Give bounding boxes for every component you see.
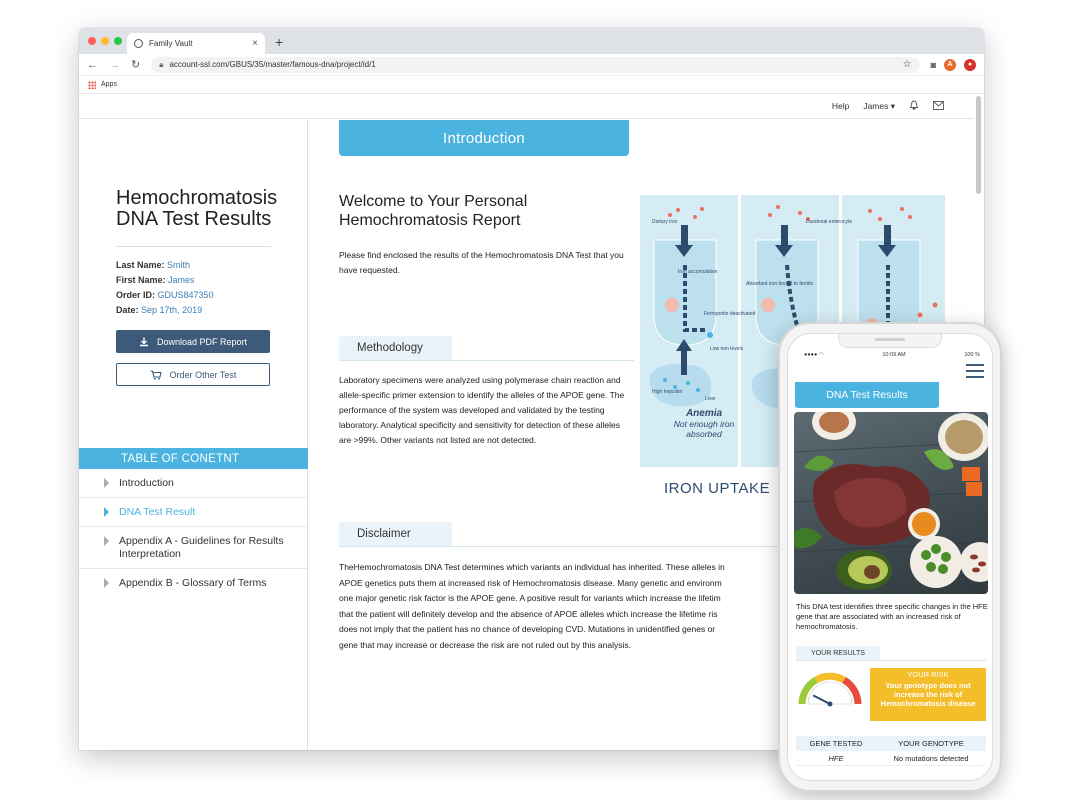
sidebar: Hemochromatosis DNA Test Results Last Na… [79, 120, 308, 750]
your-results-heading: YOUR RESULTS [796, 646, 880, 660]
bookmark-apps[interactable]: Apps [101, 81, 117, 88]
clock: 10:09 AM [882, 352, 906, 358]
tab-title: Family Vault [149, 39, 193, 48]
iron-caption: Anemia Not enough iron absorbed [664, 408, 744, 439]
report-title: Hemochromatosis DNA Test Results [116, 187, 278, 230]
caret-right-icon [104, 507, 109, 517]
stage: Family Vault × + ← → ↻ 🔒︎ account-ssl.co… [0, 0, 1080, 800]
food-photo-illustration [794, 412, 988, 590]
toc-item-introduction[interactable]: Introduction [79, 469, 308, 498]
address-bar[interactable]: 🔒︎ account-ssl.com/GBUS/35/master/famous… [151, 56, 920, 73]
close-window-button[interactable] [88, 37, 96, 45]
svg-text:Duodenal enterocyte: Duodenal enterocyte [806, 219, 852, 225]
patient-info: Last Name: Smith First Name: James Order… [116, 260, 214, 315]
status-bar: ●●●● ◠ 10:09 AM 100 % [788, 352, 992, 358]
battery-indicator: 100 % [964, 352, 980, 358]
order-other-test-button[interactable]: Order Other Test [116, 363, 270, 386]
svg-text:Low iron levels: Low iron levels [710, 346, 744, 352]
bookmarks-bar: Apps [79, 76, 984, 94]
caret-right-icon [104, 578, 109, 588]
phone-mockup: ●●●● ◠ 10:09 AM 100 % DNA Test Results T… [778, 322, 1002, 792]
globe-icon [134, 39, 143, 48]
disclaimer-text: TheHemochromatosis DNA Test determines w… [339, 562, 725, 650]
browser-tab[interactable]: Family Vault × [127, 33, 265, 54]
svg-text:Liver: Liver [705, 396, 716, 402]
methodology-heading: Methodology [339, 336, 452, 360]
close-tab-icon[interactable]: × [252, 38, 258, 49]
extensions: ◙ A ● [931, 58, 976, 71]
reload-icon[interactable]: ↻ [131, 58, 140, 71]
anemia-label: Anemia [685, 408, 723, 419]
mail-icon[interactable] [933, 100, 944, 112]
window-controls [88, 37, 122, 45]
your-risk-box: YOUR RISK Your genotype does not increas… [870, 668, 986, 721]
phone-section-tab[interactable]: DNA Test Results [795, 382, 939, 408]
risk-gauge [798, 672, 862, 707]
welcome-title: Welcome to Your Personal Hemochromatosis… [339, 193, 528, 229]
apps-grid-icon[interactable] [88, 80, 96, 89]
table-header: GENE TESTED YOUR GENOTYPE [796, 736, 986, 751]
first-name-value: James [168, 275, 195, 285]
phone-screen: ●●●● ◠ 10:09 AM 100 % DNA Test Results T… [787, 333, 993, 781]
download-icon [139, 337, 148, 346]
your-risk-heading: YOUR RISK [907, 670, 949, 679]
anemia-sub: Not enough iron absorbed [673, 419, 735, 439]
camera-icon[interactable]: ◙ [931, 60, 936, 70]
your-risk-text: Your genotype does not increase the risk… [880, 681, 976, 708]
svg-text:High hepcidin: High hepcidin [652, 389, 683, 395]
toc-item-dna-test-result[interactable]: DNA Test Result [79, 498, 308, 527]
table-row: HFE No mutations detected [796, 751, 986, 766]
url-text: account-ssl.com/GBUS/35/master/famous-dn… [169, 60, 376, 69]
table-of-contents: Introduction DNA Test Result Appendix A … [79, 469, 308, 597]
speaker [875, 338, 905, 341]
bell-icon[interactable] [909, 100, 919, 112]
divider [796, 660, 986, 661]
toc-item-appendix-b[interactable]: Appendix B - Glossary of Terms [79, 569, 308, 597]
iron-uptake-title: IRON UPTAKE [664, 480, 771, 497]
extension-icon[interactable]: ● [964, 58, 976, 71]
download-pdf-button[interactable]: Download PDF Report [116, 330, 270, 353]
welcome-text: Please find enclosed the results of the … [339, 250, 624, 275]
phone-notch [838, 334, 942, 348]
caret-right-icon [104, 536, 109, 546]
food-photo [794, 412, 988, 594]
order-id-value: GDUS847350 [157, 290, 214, 300]
star-icon[interactable]: ☆ [903, 59, 912, 70]
toc-heading: TABLE OF CONETNT [79, 448, 308, 469]
svg-text:Iron accumulation: Iron accumulation [678, 269, 718, 275]
forward-icon[interactable]: → [109, 59, 120, 71]
date-value: Sep 17th, 2019 [141, 305, 203, 315]
divider [339, 360, 634, 361]
phone-header [788, 362, 992, 382]
tab-bar: Family Vault × + [79, 28, 984, 54]
help-link[interactable]: Help [832, 101, 849, 111]
disclaimer-heading: Disclaimer [339, 522, 452, 546]
user-menu[interactable]: James ▾ [863, 101, 895, 112]
divider [339, 546, 819, 547]
caret-right-icon [104, 478, 109, 488]
top-navigation: Help James ▾ [79, 94, 974, 119]
scrollbar[interactable] [976, 96, 981, 194]
svg-text:Ferroportin deactivated: Ferroportin deactivated [704, 311, 756, 317]
signal-icon: ●●●● ◠ [804, 352, 824, 358]
lock-icon: 🔒︎ [159, 59, 164, 69]
new-tab-button[interactable]: + [275, 34, 283, 50]
methodology-text: Laboratory specimens were analyzed using… [339, 375, 625, 445]
back-icon[interactable]: ← [87, 59, 98, 71]
divider [116, 246, 271, 247]
browser-toolbar: ← → ↻ 🔒︎ account-ssl.com/GBUS/35/master/… [79, 54, 984, 76]
svg-text:Absorbed iron bound to ferriti: Absorbed iron bound to ferritin [746, 281, 813, 287]
toc-item-appendix-a[interactable]: Appendix A - Guidelines for Results Inte… [79, 527, 308, 569]
last-name-value: Smith [167, 260, 191, 270]
maximize-window-button[interactable] [114, 37, 122, 45]
profile-avatar[interactable]: A [944, 58, 956, 71]
section-tab-introduction[interactable]: Introduction [339, 120, 629, 156]
minimize-window-button[interactable] [101, 37, 109, 45]
genotype-table: GENE TESTED YOUR GENOTYPE HFE No mutatio… [796, 736, 986, 766]
hamburger-menu-icon[interactable] [966, 364, 984, 382]
svg-text:Dietary iron: Dietary iron [652, 219, 678, 225]
cart-icon [150, 369, 162, 380]
phone-description: This DNA test identifies three specific … [796, 602, 988, 631]
